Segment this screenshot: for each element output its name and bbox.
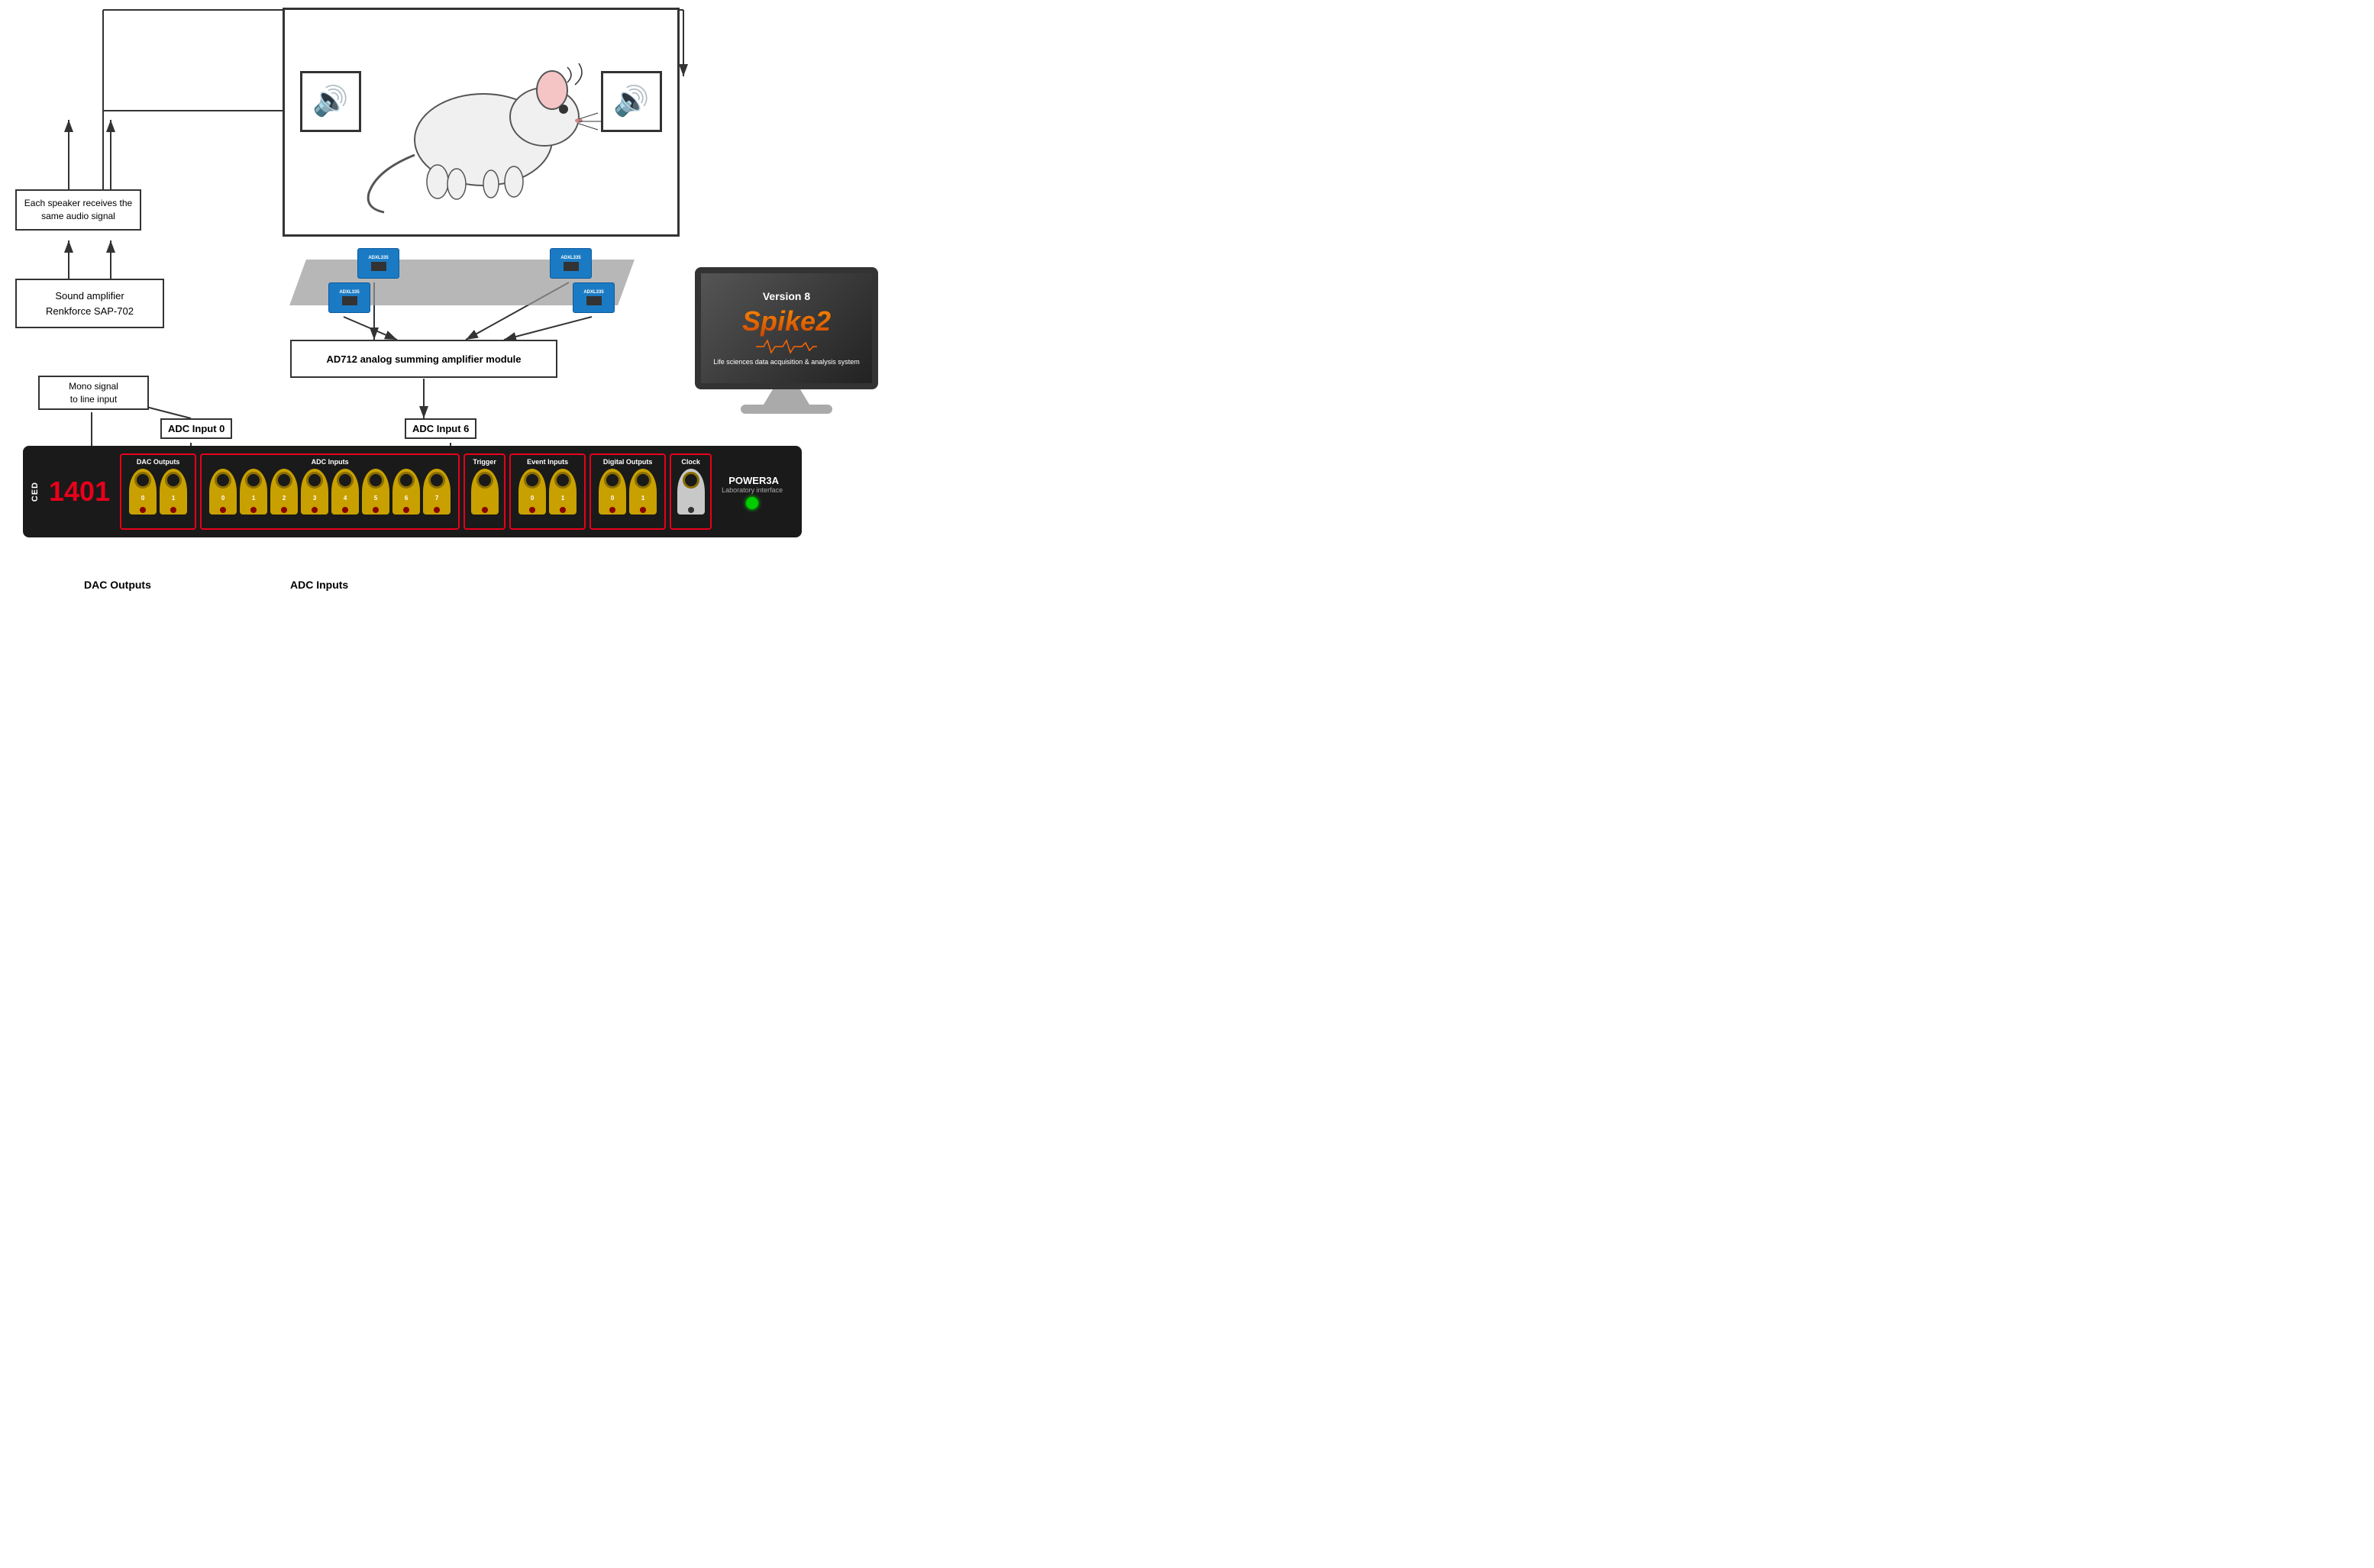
speaker-right-icon: 🔊: [613, 85, 649, 118]
event-connector-1: 1: [549, 469, 577, 515]
trigger-connector: [471, 469, 499, 515]
adc-connector-6: 6: [392, 469, 420, 515]
spike2-waveform: [756, 339, 817, 354]
adc-group: ADC Inputs 0 1 2: [200, 453, 460, 530]
rat-sketch: [361, 18, 606, 216]
event-group: Event Inputs 0 1: [509, 453, 586, 530]
accel-label-tr: ADXL335: [560, 256, 580, 260]
ced-device: CED 1401 DAC Outputs 0 1 ADC Inpu: [23, 446, 802, 537]
mono-signal-line2: to line input: [70, 393, 117, 406]
digital-connector-1: 1: [629, 469, 657, 515]
adc-input0-text: ADC Input 0: [168, 423, 224, 434]
summing-amp-label: AD712 analog summing amplifier module: [327, 353, 522, 365]
sound-amp-line1: Sound amplifier: [55, 289, 124, 304]
adc-connector-0: 0: [209, 469, 237, 515]
spike2-version: Version 8: [763, 290, 810, 302]
dac-connector-0: 0: [129, 469, 157, 515]
clock-connector: [677, 469, 705, 515]
trigger-group: Trigger: [463, 453, 505, 530]
clock-group: Clock: [670, 453, 712, 530]
digital-title: Digital Outputs: [603, 458, 653, 466]
dac-connectors: 0 1: [129, 469, 187, 515]
speaker-right-inner: 🔊: [601, 71, 662, 132]
speaker-left-inner: 🔊: [300, 71, 361, 132]
sound-amp-line2: Renkforce SAP-702: [46, 304, 134, 319]
accel-label-tl: ADXL335: [368, 256, 388, 260]
dac-bottom-label: DAC Outputs: [84, 579, 151, 591]
monitor-stand: [764, 389, 809, 405]
enclosure-box: 🔊 🔊: [283, 8, 680, 237]
power-label: POWER3A: [728, 475, 779, 486]
lab-label: Laboratory interface: [722, 486, 783, 494]
event-title: Event Inputs: [527, 458, 568, 466]
accel-label-br: ADXL335: [583, 290, 603, 295]
adc-connector-7: 7: [423, 469, 451, 515]
adc-connector-1: 1: [240, 469, 267, 515]
ced-model-label: 1401: [49, 478, 110, 505]
event-connector-0: 0: [518, 469, 546, 515]
clock-title: Clock: [681, 458, 700, 466]
speaker-left-icon: 🔊: [312, 85, 348, 118]
power-section: POWER3A Laboratory interface: [722, 475, 783, 509]
spike2-monitor: Version 8 Spike2 Life sciences data acqu…: [680, 267, 893, 414]
adc-connector-4: 4: [331, 469, 359, 515]
adc-connector-5: 5: [362, 469, 389, 515]
accel-board-tr: ADXL335: [550, 248, 592, 279]
accel-board-tl: ADXL335: [357, 248, 399, 279]
dac-connector-1: 1: [160, 469, 187, 515]
power-led: [746, 497, 758, 509]
sound-amp-box: Sound amplifier Renkforce SAP-702: [15, 279, 164, 328]
digital-group: Digital Outputs 0 1: [589, 453, 666, 530]
ced-label: CED: [31, 482, 40, 502]
adc-input6-text: ADC Input 6: [412, 423, 469, 434]
accel-board-bl: ADXL335: [328, 282, 370, 313]
dac-group: DAC Outputs 0 1: [120, 453, 196, 530]
accel-board-br: ADXL335: [573, 282, 615, 313]
mono-signal-line1: Mono signal: [69, 380, 118, 393]
dac-title: DAC Outputs: [137, 458, 180, 466]
speaker-annotation-text: Each speaker receives the same audio sig…: [24, 198, 132, 221]
spike2-logo: Spike2: [742, 305, 831, 337]
adc-title: ADC Inputs: [312, 458, 349, 466]
monitor-screen: Version 8 Spike2 Life sciences data acqu…: [695, 267, 878, 389]
adc-input6-label: ADC Input 6: [405, 418, 476, 439]
dac-conn-0-label: 0: [141, 495, 144, 502]
adc-bottom-label: ADC Inputs: [290, 579, 348, 591]
adc-input0-label: ADC Input 0: [160, 418, 232, 439]
digital-connector-0: 0: [599, 469, 626, 515]
accel-label-bl: ADXL335: [339, 290, 359, 295]
adc-connectors: 0 1 2 3: [209, 469, 451, 515]
spike2-tagline: Life sciences data acquisition & analysi…: [713, 357, 860, 367]
trigger-title: Trigger: [473, 458, 496, 466]
mono-signal-box: Mono signal to line input: [38, 376, 149, 410]
adc-connector-2: 2: [270, 469, 298, 515]
summing-amp-box: AD712 analog summing amplifier module: [290, 340, 557, 378]
dac-conn-1-label: 1: [172, 495, 175, 502]
diagram-container: 🔊 🔊: [0, 0, 916, 606]
speaker-annotation-box: Each speaker receives the same audio sig…: [15, 189, 141, 231]
monitor-base: [741, 405, 832, 414]
adc-connector-3: 3: [301, 469, 328, 515]
